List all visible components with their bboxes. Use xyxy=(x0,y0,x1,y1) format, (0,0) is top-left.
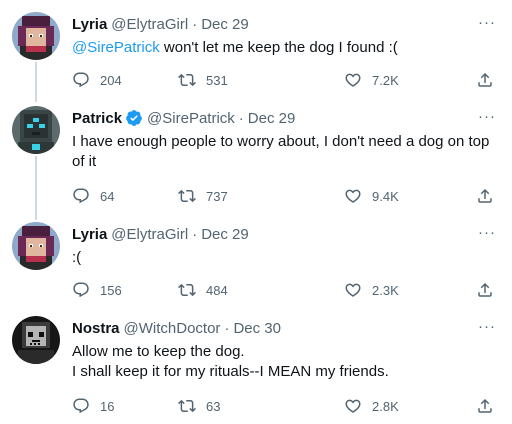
author-name[interactable]: Nostra xyxy=(72,320,120,337)
retweet-count: 484 xyxy=(206,282,228,298)
retweet-count: 531 xyxy=(206,72,228,88)
like-button[interactable]: 2.3K xyxy=(344,280,399,300)
heart-icon xyxy=(345,399,361,413)
share-button[interactable] xyxy=(476,70,494,90)
verified-badge-icon xyxy=(125,109,143,127)
author-name[interactable]: Lyria xyxy=(72,16,107,33)
more-icon[interactable]: ··· xyxy=(478,108,496,125)
tweet-date[interactable]: Dec 29 xyxy=(248,110,296,127)
avatar-lyria-image xyxy=(12,222,60,270)
retweet-count: 737 xyxy=(206,188,228,204)
author-handle[interactable]: @ElytraGirl xyxy=(111,226,188,243)
reply-button[interactable]: 204 xyxy=(72,70,122,90)
share-icon xyxy=(478,398,492,413)
tweet-date[interactable]: Dec 30 xyxy=(233,320,281,337)
share-icon xyxy=(478,72,492,87)
tweet-text-line: Allow me to keep the dog. xyxy=(72,343,245,360)
share-button[interactable] xyxy=(476,280,494,300)
author-handle[interactable]: @SirePatrick xyxy=(147,110,235,127)
reply-icon xyxy=(73,188,89,204)
retweet-icon xyxy=(178,283,196,297)
more-icon[interactable]: ··· xyxy=(478,224,496,241)
share-icon xyxy=(478,282,492,297)
tweet-date[interactable]: Dec 29 xyxy=(201,226,249,243)
tweet[interactable]: Nostra @WitchDoctor · Dec 30 ··· Allow m… xyxy=(0,316,512,416)
like-count: 7.2K xyxy=(372,72,399,88)
share-button[interactable] xyxy=(476,186,494,206)
reply-icon xyxy=(73,282,89,298)
avatar-patrick-image xyxy=(12,106,60,154)
more-icon[interactable]: ··· xyxy=(478,318,496,335)
reply-count: 204 xyxy=(100,72,122,88)
tweet-text-line: I shall keep it for my rituals--I MEAN m… xyxy=(72,363,389,380)
avatar-lyria-image xyxy=(12,12,60,60)
tweet-text: @SirePatrick won't let me keep the dog I… xyxy=(72,38,496,58)
reply-icon xyxy=(73,72,89,88)
like-count: 2.3K xyxy=(372,282,399,298)
tweet[interactable]: Lyria @ElytraGirl · Dec 29 ··· @SirePatr… xyxy=(0,12,512,92)
retweet-icon xyxy=(178,399,196,413)
retweet-icon xyxy=(178,73,196,87)
tweet-header: Patrick @SirePatrick · Dec 29 xyxy=(72,108,295,128)
tweet-text: Allow me to keep the dog. I shall keep i… xyxy=(72,342,496,382)
like-count: 2.8K xyxy=(372,398,399,414)
avatar[interactable] xyxy=(12,106,60,154)
retweet-count: 63 xyxy=(206,398,221,414)
tweet-header: Lyria @ElytraGirl · Dec 29 xyxy=(72,14,249,34)
tweet[interactable]: Patrick @SirePatrick · Dec 29 ··· I have… xyxy=(0,106,512,206)
tweet-text: I have enough people to worry about, I d… xyxy=(72,133,490,170)
reply-icon xyxy=(73,398,89,414)
heart-icon xyxy=(345,73,361,87)
retweet-button[interactable]: 737 xyxy=(178,186,228,206)
share-icon xyxy=(478,188,492,203)
reply-button[interactable]: 156 xyxy=(72,280,122,300)
tweet[interactable]: Lyria @ElytraGirl · Dec 29 ··· :( 156 48… xyxy=(0,222,512,302)
tweet-actions: 156 484 2.3K xyxy=(72,280,496,300)
retweet-button[interactable]: 531 xyxy=(178,70,228,90)
retweet-button[interactable]: 484 xyxy=(178,280,228,300)
like-button[interactable]: 9.4K xyxy=(344,186,399,206)
tweet-actions: 16 63 2.8K xyxy=(72,396,496,416)
reply-count: 64 xyxy=(100,188,115,204)
retweet-button[interactable]: 63 xyxy=(178,396,220,416)
author-name[interactable]: Lyria xyxy=(72,226,107,243)
tweet-text-content: won't let me keep the dog I found :( xyxy=(159,39,398,56)
separator-dot: · xyxy=(224,319,230,337)
separator-dot: · xyxy=(192,225,198,243)
more-icon[interactable]: ··· xyxy=(478,14,496,31)
author-handle[interactable]: @WitchDoctor xyxy=(124,320,221,337)
tweet-actions: 204 531 7.2K xyxy=(72,70,496,90)
avatar[interactable] xyxy=(12,222,60,270)
tweet-text: :( xyxy=(72,249,82,266)
author-handle[interactable]: @ElytraGirl xyxy=(111,16,188,33)
tweet-header: Lyria @ElytraGirl · Dec 29 xyxy=(72,224,249,244)
heart-icon xyxy=(345,283,361,297)
avatar[interactable] xyxy=(12,316,60,364)
tweet-date[interactable]: Dec 29 xyxy=(201,16,249,33)
reply-count: 156 xyxy=(100,282,122,298)
tweet-actions: 64 737 9.4K xyxy=(72,186,496,206)
separator-dot: · xyxy=(238,109,244,127)
reply-count: 16 xyxy=(100,398,115,414)
mention-link[interactable]: @SirePatrick xyxy=(72,39,160,56)
share-button[interactable] xyxy=(476,396,494,416)
author-name[interactable]: Patrick xyxy=(72,110,122,127)
heart-icon xyxy=(345,189,361,203)
like-button[interactable]: 7.2K xyxy=(344,70,399,90)
avatar-nostra-image xyxy=(12,316,60,364)
avatar[interactable] xyxy=(12,12,60,60)
like-count: 9.4K xyxy=(372,188,399,204)
tweet-header: Nostra @WitchDoctor · Dec 30 xyxy=(72,318,281,338)
retweet-icon xyxy=(178,189,196,203)
separator-dot: · xyxy=(192,15,198,33)
reply-button[interactable]: 16 xyxy=(72,396,114,416)
like-button[interactable]: 2.8K xyxy=(344,396,399,416)
reply-button[interactable]: 64 xyxy=(72,186,114,206)
